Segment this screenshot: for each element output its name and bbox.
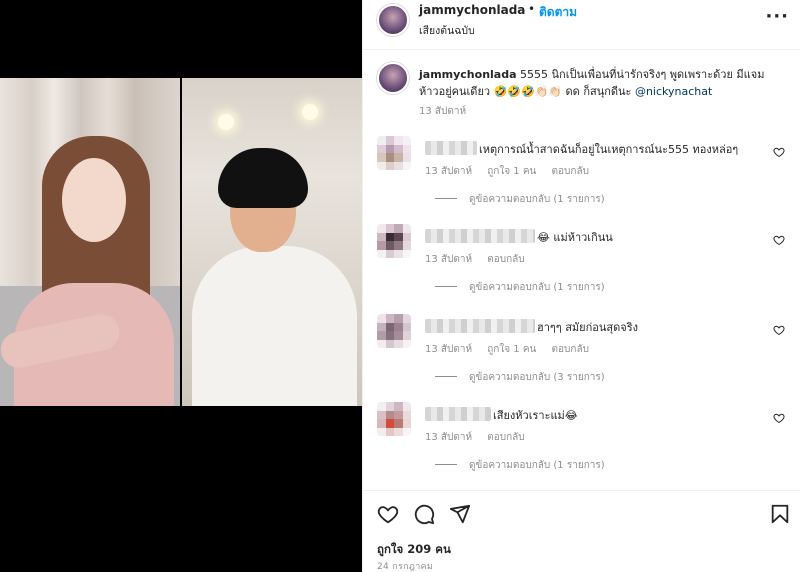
- like-count[interactable]: ถูกใจ 209 คน: [377, 541, 451, 559]
- comment-meta: 13 สัปดาห์ ตอบกลับ: [425, 430, 537, 445]
- comment-icon[interactable]: [413, 503, 435, 525]
- comment-reply-button[interactable]: ตอบกลับ: [552, 344, 589, 355]
- comment-time[interactable]: 13 สัปดาห์: [425, 254, 472, 265]
- redacted-username: [425, 407, 491, 421]
- post-date[interactable]: 24 กรกฎาคม: [377, 559, 433, 572]
- replies-line: [435, 376, 457, 377]
- video-frame-right: [182, 78, 362, 406]
- commenter-avatar-pixelated[interactable]: [377, 402, 411, 436]
- caption-text: jammychonlada 5555 นิกเป็นเพื่อนที่น่ารั…: [419, 66, 781, 100]
- post-panel: jammychonlada • ติดตาม เสียงต้นฉบับ ··· …: [362, 0, 800, 572]
- caption-time[interactable]: 13 สัปดาห์: [419, 104, 466, 119]
- commenter-avatar-pixelated[interactable]: [377, 136, 411, 170]
- separator-dot: •: [528, 2, 536, 16]
- replies-line: [435, 286, 457, 287]
- comment-heart-icon[interactable]: [773, 324, 785, 336]
- comment-time[interactable]: 13 สัปดาห์: [425, 344, 472, 355]
- comment-meta: 13 สัปดาห์ ถูกใจ 1 คน ตอบกลับ: [425, 342, 601, 357]
- post-header: jammychonlada • ติดตาม เสียงต้นฉบับ ···: [363, 0, 800, 50]
- comment-item: ฮาๆๆ สมัยก่อนสุดจริง 13 สัปดาห์ ถูกใจ 1 …: [377, 314, 787, 394]
- replies-line: [435, 464, 457, 465]
- comment-likes[interactable]: ถูกใจ 1 คน: [487, 344, 536, 355]
- post-media[interactable]: [0, 0, 362, 572]
- comment-meta: 13 สัปดาห์ ตอบกลับ: [425, 252, 537, 267]
- comment-meta: 13 สัปดาห์ ถูกใจ 1 คน ตอบกลับ: [425, 164, 601, 179]
- comment-time[interactable]: 13 สัปดาห์: [425, 432, 472, 443]
- comment-likes[interactable]: ถูกใจ 1 คน: [487, 166, 536, 177]
- comment-heart-icon[interactable]: [773, 234, 785, 246]
- comment-item: 😂 แม่ห้าวเกินน 13 สัปดาห์ ตอบกลับ ดูข้อค…: [377, 224, 787, 304]
- video-frame-left: [0, 78, 180, 406]
- comment-reply-button[interactable]: ตอบกลับ: [487, 254, 524, 265]
- redacted-username: [425, 319, 535, 333]
- view-replies-button[interactable]: ดูข้อความตอบกลับ (3 รายการ): [435, 370, 605, 385]
- audio-label[interactable]: เสียงต้นฉบับ: [419, 22, 475, 39]
- comment-text: ฮาๆๆ สมัยก่อนสุดจริง: [425, 318, 638, 336]
- comment-reply-button[interactable]: ตอบกลับ: [487, 432, 524, 443]
- follow-button[interactable]: ติดตาม: [539, 3, 577, 22]
- view-replies-button[interactable]: ดูข้อความตอบกลับ (1 รายการ): [435, 458, 605, 473]
- view-replies-button[interactable]: ดูข้อความตอบกลับ (1 รายการ): [435, 192, 605, 207]
- redacted-username: [425, 141, 477, 155]
- comment-text: เหตุการณ์น้ำสาดฉันก็อยู่ในเหตุการณ์นะ555…: [425, 140, 738, 158]
- caption-line2: ห้าวอยู่คนเดียว 🤣🤣🤣👏🏻👏🏻 ดด ก็สนุกดีนะ: [419, 85, 632, 98]
- comment-text: เสียงหัวเราะแม่😂: [425, 406, 578, 424]
- view-replies-button[interactable]: ดูข้อความตอบกลับ (1 รายการ): [435, 280, 605, 295]
- comment-item: เสียงหัวเราะแม่😂 13 สัปดาห์ ตอบกลับ ดูข้…: [377, 402, 787, 482]
- comment-heart-icon[interactable]: [773, 412, 785, 424]
- author-username[interactable]: jammychonlada: [419, 3, 525, 17]
- comment-heart-icon[interactable]: [773, 146, 785, 158]
- share-icon[interactable]: [449, 503, 471, 525]
- bookmark-icon[interactable]: [769, 503, 791, 525]
- replies-line: [435, 198, 457, 199]
- redacted-username: [425, 229, 535, 243]
- caption-avatar[interactable]: [377, 62, 409, 94]
- post-actions: ถูกใจ 209 คน 24 กรกฎาคม: [363, 490, 800, 572]
- comment-time[interactable]: 13 สัปดาห์: [425, 166, 472, 177]
- heart-icon[interactable]: [377, 503, 399, 525]
- comment-reply-button[interactable]: ตอบกลับ: [552, 166, 589, 177]
- comment-text: 😂 แม่ห้าวเกินน: [425, 228, 613, 246]
- author-avatar[interactable]: [377, 4, 409, 36]
- caption-line1: 5555 นิกเป็นเพื่อนที่น่ารักจริงๆ พูดเพรา…: [520, 68, 765, 81]
- comment-item: เหตุการณ์น้ำสาดฉันก็อยู่ในเหตุการณ์นะ555…: [377, 136, 787, 216]
- more-options-icon[interactable]: ···: [765, 6, 789, 27]
- caption-username[interactable]: jammychonlada: [419, 68, 517, 81]
- commenter-avatar-pixelated[interactable]: [377, 224, 411, 258]
- commenter-avatar-pixelated[interactable]: [377, 314, 411, 348]
- caption-mention[interactable]: @nickynachat: [635, 85, 712, 98]
